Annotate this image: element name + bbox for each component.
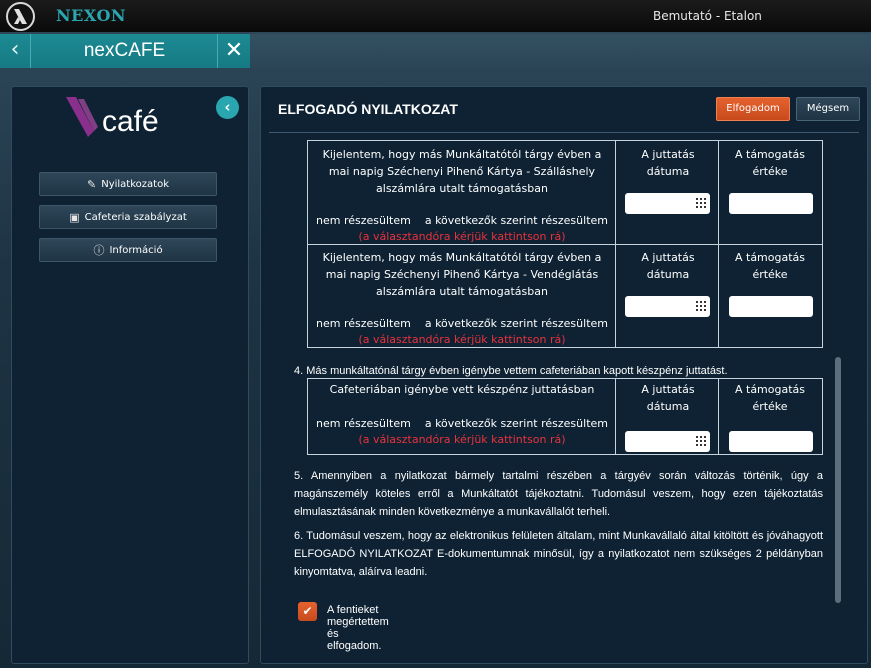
- info-icon: ⓘ: [93, 244, 105, 257]
- option-not-received[interactable]: nem részesültem: [316, 417, 411, 430]
- cash-benefit-options: nem részesültem a következők szerint rés…: [312, 415, 612, 432]
- cash-benefit-statement: Cafeteriában igénybe vett készpénz jutta…: [329, 383, 595, 396]
- accept-checkbox[interactable]: ✔: [298, 602, 317, 621]
- item-text: Amennyiben a nyilatkozat bármely tartalm…: [294, 470, 824, 518]
- cancel-button[interactable]: Mégsem: [796, 97, 860, 121]
- date-input[interactable]: [625, 431, 710, 452]
- divider: [718, 378, 719, 455]
- sidebar-item-label: Információ: [109, 244, 163, 256]
- value-header: A támogatás értéke: [734, 383, 806, 413]
- content-scrollbar[interactable]: [835, 357, 841, 603]
- collapse-sidebar-button[interactable]: ‹: [216, 96, 239, 119]
- date-header: A juttatás dátuma: [641, 148, 695, 178]
- date-input[interactable]: [625, 296, 710, 317]
- book-icon: ▣: [69, 210, 80, 224]
- selection-hint: (a választandóra kérjük kattintson rá): [358, 433, 566, 446]
- item-5-statement: 5. Amennyiben a nyilatkozat bármely tart…: [294, 467, 823, 521]
- item-number: 4.: [294, 365, 304, 377]
- calendar-icon[interactable]: [696, 436, 706, 446]
- item-number: 6.: [294, 530, 304, 542]
- calendar-icon[interactable]: [696, 301, 706, 311]
- item-number: 5.: [294, 470, 304, 482]
- selection-hint: (a választandóra kérjük kattintson rá): [358, 230, 566, 243]
- sidebar-item-label: Cafeteria szabályzat: [84, 211, 187, 223]
- edit-icon: ✎: [87, 177, 97, 191]
- sidebar-item-label: Nyilatkozatok: [101, 178, 169, 190]
- option-not-received[interactable]: nem részesültem: [316, 317, 411, 330]
- nexon-logo-icon: [6, 2, 35, 31]
- app-title: nexCAFE: [83, 40, 166, 61]
- divider: [615, 378, 616, 455]
- option-received[interactable]: a következők szerint részesültem: [425, 317, 608, 330]
- value-header: A támogatás értéke: [734, 251, 806, 281]
- option-not-received[interactable]: nem részesültem: [316, 214, 411, 227]
- divider: [269, 132, 859, 133]
- brand-name: NEXON: [56, 6, 127, 25]
- back-button[interactable]: ‹: [0, 34, 31, 68]
- user-name: Bemutató - Etalon: [653, 9, 762, 23]
- sidebar-item-nyilatkozatok[interactable]: ✎ Nyilatkozatok: [39, 172, 217, 196]
- accept-checkbox-label[interactable]: A fentieket megértettem és elfogadom.: [327, 604, 389, 652]
- sidebar-item-cafeteria-szabalyzat[interactable]: ▣ Cafeteria szabályzat: [39, 205, 217, 229]
- item-6-statement: 6. Tudomásul veszem, hogy az elektroniku…: [294, 527, 823, 581]
- date-header: A juttatás dátuma: [641, 383, 695, 413]
- szallashely-options: nem részesültem a következők szerint rés…: [312, 212, 612, 229]
- cafe-logo: café: [64, 97, 174, 141]
- selection-hint: (a választandóra kérjük kattintson rá): [358, 333, 566, 346]
- sidebar: café ‹ ✎ Nyilatkozatok ▣ Cafeteria szabá…: [11, 86, 249, 664]
- vendeglatas-options: nem részesültem a következők szerint rés…: [312, 315, 612, 332]
- calendar-icon[interactable]: [696, 198, 706, 208]
- app-header: ‹ nexCAFE ✕: [0, 34, 250, 68]
- value-header: A támogatás értéke: [734, 148, 806, 178]
- item-text: Más munkáltatónál tárgy évben igénybe ve…: [306, 365, 728, 377]
- date-header: A juttatás dátuma: [641, 251, 695, 281]
- amount-input[interactable]: [729, 431, 813, 452]
- amount-input[interactable]: [729, 296, 813, 317]
- close-button[interactable]: ✕: [217, 34, 250, 68]
- option-received[interactable]: a következők szerint részesültem: [425, 214, 608, 227]
- accept-button[interactable]: Elfogadom: [716, 97, 790, 121]
- vendeglatas-statement: Kijelentem, hogy más Munkáltatótól tárgy…: [322, 251, 602, 298]
- window-titlebar: NEXON Bemutató - Etalon: [0, 0, 871, 32]
- option-received[interactable]: a következők szerint részesültem: [425, 417, 608, 430]
- header-background: [250, 34, 871, 68]
- page-title: ELFOGADÓ NYILATKOZAT: [278, 101, 458, 117]
- amount-input[interactable]: [729, 193, 813, 214]
- item-text: Tudomásul veszem, hogy az elektronikus f…: [294, 530, 824, 578]
- check-icon: ✔: [302, 604, 313, 618]
- date-input[interactable]: [625, 193, 710, 214]
- sidebar-item-informacio[interactable]: ⓘ Információ: [39, 238, 217, 262]
- szallashely-statement: Kijelentem, hogy más Munkáltatótól tárgy…: [322, 148, 602, 195]
- cafe-logo-text: café: [102, 105, 159, 137]
